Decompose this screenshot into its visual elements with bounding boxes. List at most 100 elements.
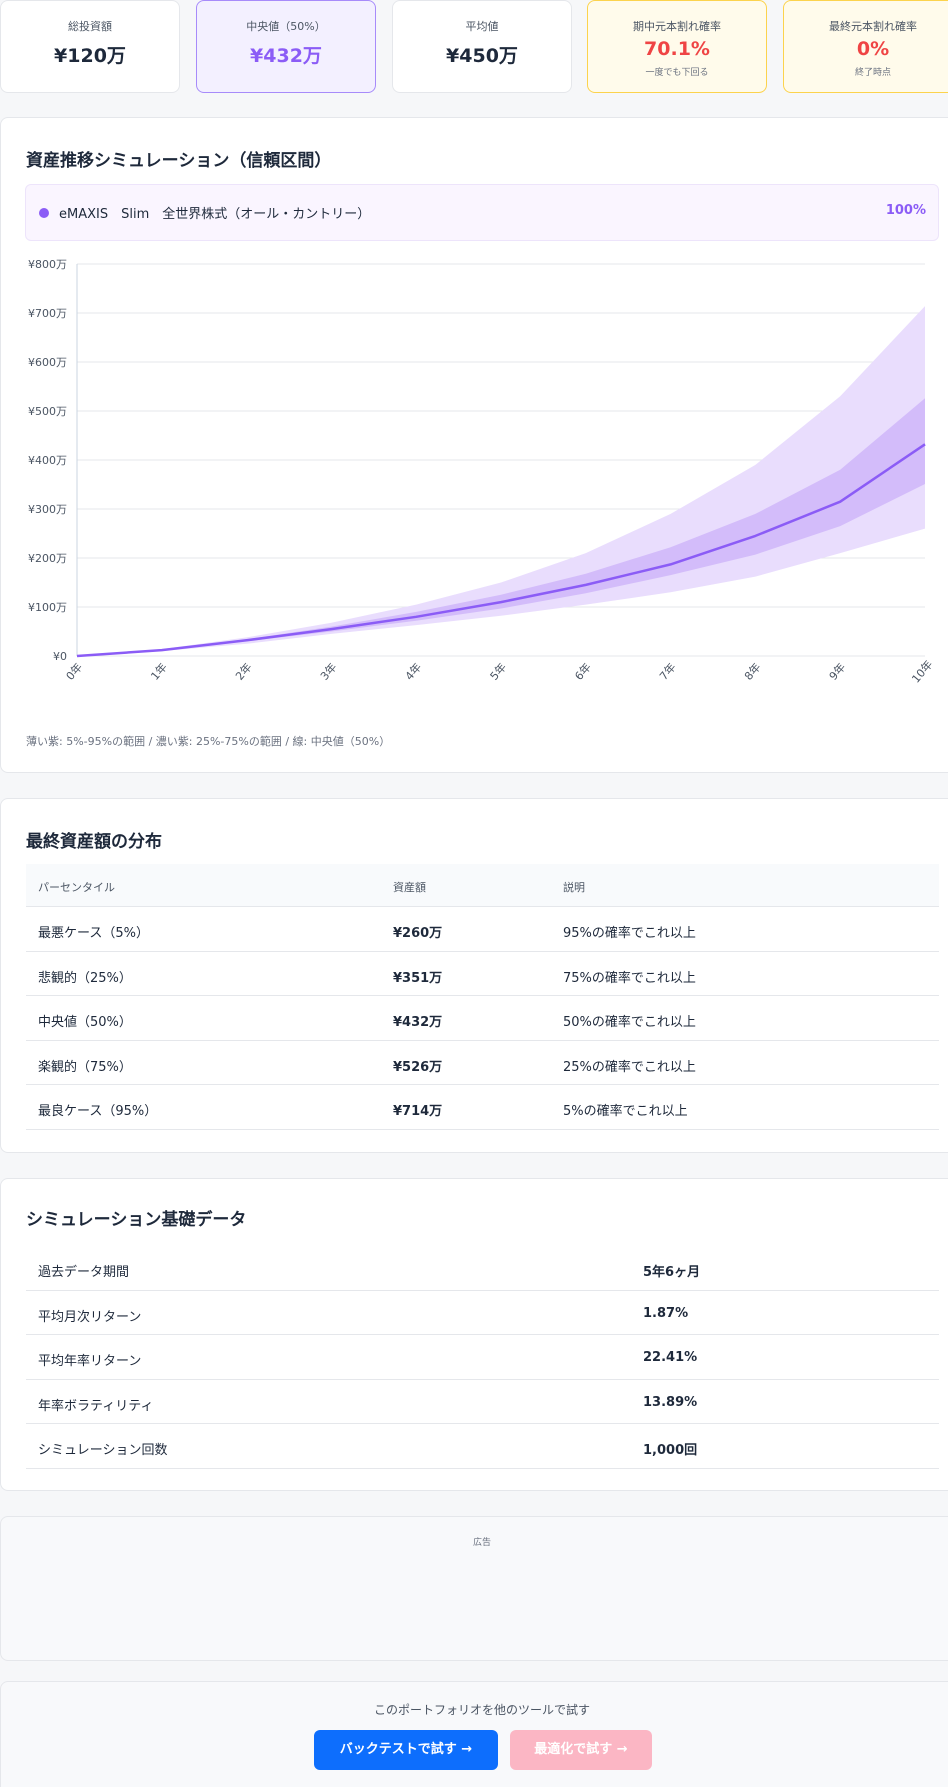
y-tick-label: ¥800万 <box>28 258 67 271</box>
header-amount: 資産額 <box>393 881 426 894</box>
stat-label: 平均値 <box>465 20 499 33</box>
y-tick-label: ¥600万 <box>28 356 67 369</box>
row-amount: ¥714万 <box>393 1104 443 1119</box>
row-description: 75%の確率でこれ以上 <box>563 970 696 986</box>
table-row: 悲観的（25%） ¥351万 75%の確率でこれ以上 <box>26 952 939 996</box>
stat-sub: 一度でも下回る <box>645 68 709 78</box>
row-label: シミュレーション回数 <box>38 1443 168 1458</box>
confidence-interval-chart: ¥0 ¥100万 ¥200万 ¥300万 ¥400万 ¥500万 ¥600万 ¥700万 ¥80… <box>28 258 936 686</box>
row-label: 中央値（50%） <box>38 1015 132 1030</box>
fund-name: eMAXIS Slim 全世界株式（オール・カントリー） <box>59 207 371 222</box>
simulation-chart-card: 資産推移シミュレーション（信頼区間） eMAXIS Slim 全世界株式（オール… <box>0 117 948 773</box>
ad-container: 広告 <box>0 1516 948 1661</box>
y-tick-label: ¥400万 <box>28 454 67 467</box>
x-tick-label: 9年 <box>826 660 848 683</box>
stat-label: 総投資額 <box>68 20 112 33</box>
x-tick-label: 2年 <box>232 660 254 683</box>
y-tick-label: ¥100万 <box>28 601 67 614</box>
table-row: 過去データ期間 5年6ヶ月 <box>26 1246 939 1291</box>
fund-legend: eMAXIS Slim 全世界株式（オール・カントリー） 100% <box>25 184 939 241</box>
table-row: 最悪ケース（5%） ¥260万 95%の確率でこれ以上 <box>26 907 939 952</box>
stat-value: 70.1% <box>644 38 710 60</box>
stat-label: 期中元本割れ確率 <box>633 20 721 33</box>
row-label: 悲観的（25%） <box>38 970 132 986</box>
row-amount: ¥526万 <box>393 1059 443 1075</box>
row-label: 過去データ期間 <box>38 1265 130 1280</box>
x-tick-label: 4年 <box>402 660 424 683</box>
row-label: 平均年率リターン <box>38 1354 142 1369</box>
row-value: 5年6ヶ月 <box>643 1265 701 1280</box>
row-label: 年率ボラティリティ <box>38 1398 154 1414</box>
row-value: 1.87% <box>643 1305 689 1321</box>
row-description: 95%の確率でこれ以上 <box>563 926 696 941</box>
x-tick-label: 3年 <box>317 660 339 683</box>
table-row: 中央値（50%） ¥432万 50%の確率でこれ以上 <box>26 996 939 1041</box>
distribution-table: パーセンタイル 資産額 説明 最悪ケース（5%） ¥260万 95%の確率でこれ… <box>26 864 939 1130</box>
stat-final-loss-probability: 最終元本割れ確率 0% 終了時点 <box>783 0 948 93</box>
table-row: 最良ケース（95%） ¥714万 5%の確率でこれ以上 <box>26 1085 939 1130</box>
fund-allocation: 100% <box>885 203 926 218</box>
stat-value: ¥432万 <box>250 45 322 67</box>
legend-dot-icon <box>39 208 49 218</box>
x-tick-label: 10年 <box>909 657 936 685</box>
row-description: 5%の確率でこれ以上 <box>563 1104 688 1119</box>
distribution-card: 最終資産額の分布 パーセンタイル 資産額 説明 最悪ケース（5%） ¥260万 … <box>0 798 948 1153</box>
ad-label: 広告 <box>472 1538 491 1548</box>
table-row: 年率ボラティリティ 13.89% <box>26 1380 939 1424</box>
simulation-basis-card: シミュレーション基礎データ 過去データ期間 5年6ヶ月 平均月次リターン 1.8… <box>0 1178 948 1491</box>
x-axis-ticks: 0年 1年 2年 3年 4年 5年 6年 7年 8年 9年 10年 <box>63 657 936 685</box>
row-amount: ¥260万 <box>393 926 443 941</box>
y-tick-label: ¥700万 <box>28 307 67 320</box>
distribution-title: 最終資産額の分布 <box>26 832 162 852</box>
stat-label: 最終元本割れ確率 <box>829 20 917 33</box>
stat-mean: 平均値 ¥450万 <box>392 0 572 93</box>
row-value: 1,000回 <box>643 1443 698 1458</box>
row-description: 50%の確率でこれ以上 <box>563 1015 696 1030</box>
x-tick-label: 5年 <box>487 660 509 683</box>
table-row: 平均年率リターン 22.41% <box>26 1335 939 1380</box>
stat-interim-loss-probability: 期中元本割れ確率 70.1% 一度でも下回る <box>587 0 767 93</box>
stat-total-investment: 総投資額 ¥120万 <box>0 0 180 93</box>
x-tick-label: 8年 <box>741 660 763 683</box>
x-tick-label: 1年 <box>148 660 170 683</box>
x-tick-label: 0年 <box>63 660 85 683</box>
y-tick-label: ¥200万 <box>28 552 67 565</box>
cta-card: このポートフォリオを他のツールで試す バックテストで試す → 最適化で試す → <box>0 1681 948 1787</box>
table-header: パーセンタイル 資産額 説明 <box>26 864 939 907</box>
chart-section-title: 資産推移シミュレーション（信頼区間） <box>26 151 332 171</box>
y-tick-label: ¥500万 <box>28 405 67 418</box>
stat-value: 0% <box>856 38 890 60</box>
table-row: シミュレーション回数 1,000回 <box>26 1424 939 1469</box>
stat-sub: 終了時点 <box>854 68 891 78</box>
row-amount: ¥351万 <box>393 970 443 986</box>
row-label: 平均月次リターン <box>38 1309 142 1325</box>
stat-value: ¥450万 <box>446 45 518 67</box>
summary-stats: 総投資額 ¥120万 中央値（50%） ¥432万 平均値 ¥450万 期中元本… <box>0 0 948 93</box>
table-row: 楽観的（75%） ¥526万 25%の確率でこれ以上 <box>26 1041 939 1085</box>
stat-label: 中央値（50%） <box>246 20 326 33</box>
header-description: 説明 <box>563 881 585 894</box>
row-label: 楽観的（75%） <box>38 1059 132 1075</box>
row-label: 最良ケース（95%） <box>38 1104 158 1119</box>
optimize-button[interactable]: 最適化で試す → <box>510 1730 652 1770</box>
row-label: 最悪ケース（5%） <box>38 926 149 941</box>
row-description: 25%の確率でこれ以上 <box>563 1059 696 1075</box>
row-value: 22.41% <box>643 1350 698 1365</box>
basis-title: シミュレーション基礎データ <box>26 1210 247 1230</box>
y-axis-ticks: ¥0 ¥100万 ¥200万 ¥300万 ¥400万 ¥500万 ¥600万 ¥700万 ¥80… <box>28 258 67 663</box>
chart-bands <box>77 306 925 656</box>
x-tick-label: 6年 <box>572 660 594 683</box>
y-tick-label: ¥0 <box>53 650 67 663</box>
chart-legend-note: 薄い紫: 5%-95%の範囲 / 濃い紫: 25%-75%の範囲 / 線: 中央… <box>26 735 391 748</box>
table-row: 平均月次リターン 1.87% <box>26 1291 939 1335</box>
row-amount: ¥432万 <box>393 1015 443 1030</box>
stat-median: 中央値（50%） ¥432万 <box>196 0 376 93</box>
cta-text: このポートフォリオを他のツールで試す <box>373 1703 590 1717</box>
backtest-button[interactable]: バックテストで試す → <box>314 1730 498 1770</box>
header-percentile: パーセンタイル <box>38 881 115 894</box>
y-tick-label: ¥300万 <box>28 503 67 516</box>
x-tick-label: 7年 <box>656 660 678 683</box>
stat-value: ¥120万 <box>54 45 126 67</box>
row-value: 13.89% <box>643 1394 698 1410</box>
basis-table: 過去データ期間 5年6ヶ月 平均月次リターン 1.87% 平均年率リターン 22… <box>26 1246 939 1469</box>
